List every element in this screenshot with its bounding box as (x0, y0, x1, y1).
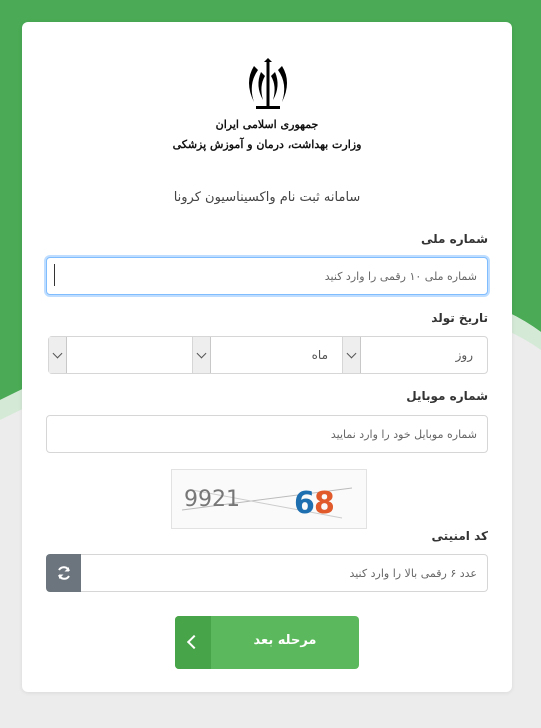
captcha-label: کد امنیتی (431, 529, 488, 543)
birth-year-select[interactable] (48, 336, 193, 374)
next-step-label: مرحله بعد (253, 633, 317, 648)
captcha-text-part2: 6 (294, 486, 315, 521)
logo-country-text: جمهوری اسلامی ایران (215, 118, 319, 131)
captcha-text-part1: 9921 (184, 487, 240, 512)
birth-date-label: تاریخ تولد (431, 311, 488, 325)
next-step-button[interactable]: مرحله بعد (175, 616, 359, 669)
logo-ministry-text: وزارت بهداشت، درمان و آموزش پزشکی (172, 138, 362, 151)
birth-day-select[interactable]: روز (342, 336, 488, 374)
chevron-down-icon (193, 337, 211, 373)
captcha-image: 9921 6 8 (171, 469, 367, 529)
refresh-captcha-button[interactable] (46, 554, 82, 592)
captcha-text-part3: 8 (314, 486, 335, 521)
captcha-input[interactable] (81, 554, 488, 592)
national-code-label: شماره ملی (421, 232, 488, 246)
birth-month-select[interactable]: ماه (193, 336, 342, 374)
chevron-down-icon (343, 337, 361, 373)
page-subtitle: سامانه ثبت نام واکسیناسیون کرونا (173, 190, 361, 205)
refresh-icon (58, 566, 70, 580)
mobile-input[interactable] (46, 415, 488, 453)
mobile-label: شماره موبایل (406, 389, 488, 403)
birth-day-value: روز (455, 348, 473, 362)
ministry-logo: جمهوری اسلامی ایران وزارت بهداشت، درمان … (22, 58, 512, 178)
chevron-left-icon (175, 616, 211, 669)
chevron-down-icon (49, 337, 67, 373)
registration-card: جمهوری اسلامی ایران وزارت بهداشت، درمان … (22, 22, 512, 692)
text-caret (54, 264, 55, 286)
birth-month-value: ماه (311, 348, 328, 362)
national-code-input[interactable] (46, 257, 488, 295)
iran-emblem-icon (249, 58, 287, 109)
